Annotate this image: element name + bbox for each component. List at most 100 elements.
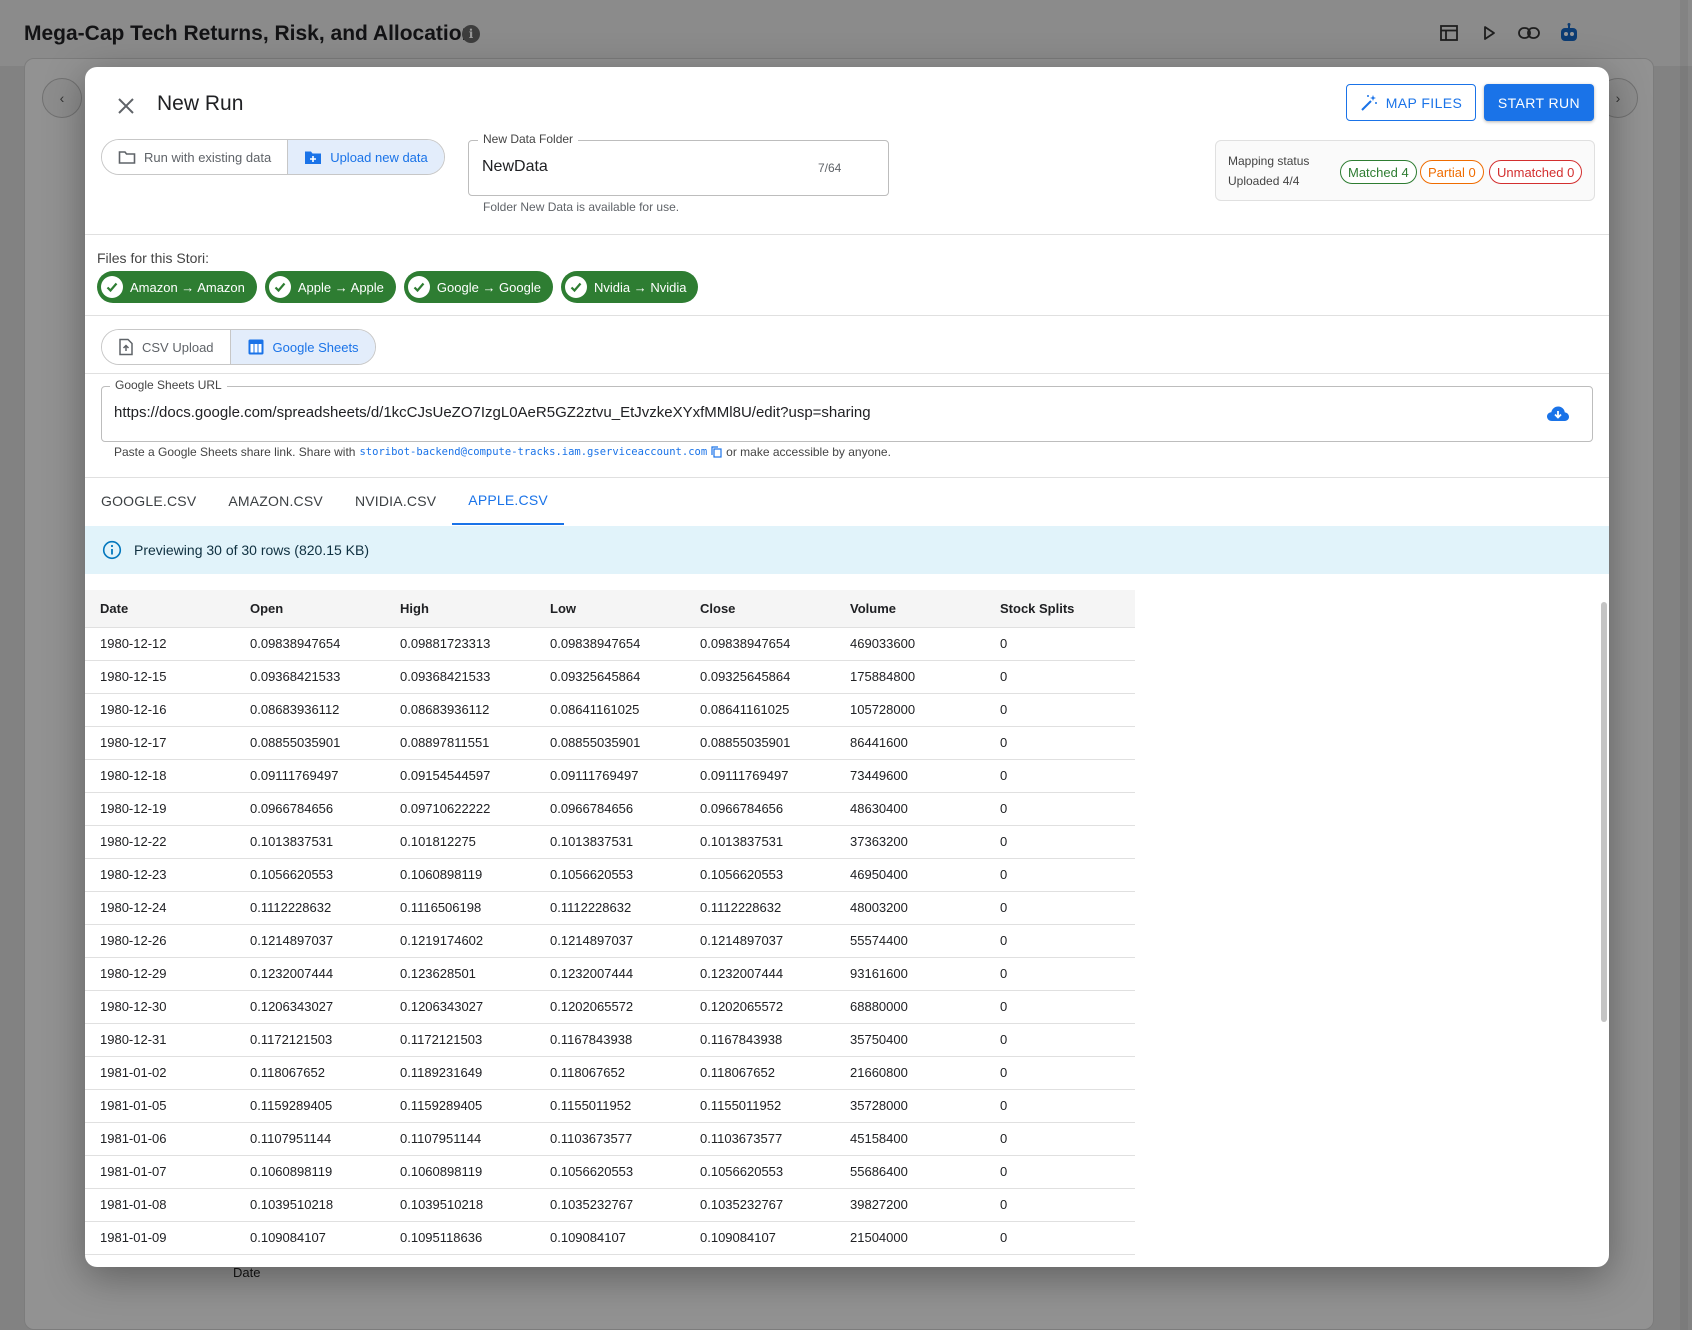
csv-upload-option[interactable]: CSV Upload (102, 330, 230, 364)
column-header[interactable]: High (385, 590, 535, 628)
cloud-download-icon[interactable] (1545, 401, 1571, 427)
table-cell: 0.1214897037 (235, 924, 385, 958)
file-upload-icon (119, 338, 133, 356)
table-cell: 37363200 (835, 825, 985, 859)
table-cell: 0 (985, 1221, 1135, 1255)
copy-icon[interactable] (711, 446, 722, 458)
table-cell: 0.1056620553 (535, 1155, 685, 1189)
sheets-icon (248, 339, 264, 355)
mapping-status-label: Mapping status (1228, 154, 1310, 168)
check-icon (268, 276, 291, 298)
table-cell: 175884800 (835, 660, 985, 694)
column-header[interactable]: Low (535, 590, 685, 628)
table-cell: 0.09881723313 (385, 627, 535, 661)
check-icon (101, 276, 123, 298)
table-cell: 21660800 (835, 1056, 985, 1090)
table-cell: 1980-12-24 (85, 891, 235, 925)
google-sheets-option[interactable]: Google Sheets (229, 330, 375, 364)
table-cell: 0.1189231649 (385, 1056, 535, 1090)
table-cell: 86441600 (835, 726, 985, 760)
table-cell: 0.109084107 (685, 1221, 835, 1255)
table-cell: 1980-12-31 (85, 1023, 235, 1057)
table-cell: 1980-12-22 (85, 825, 235, 859)
table-cell: 0.09325645864 (535, 660, 685, 694)
service-account-email[interactable]: storibot-backend@compute-tracks.iam.gser… (359, 446, 707, 458)
info-outline-icon (102, 540, 122, 560)
table-cell: 0.1206343027 (385, 990, 535, 1024)
table-cell: 1980-12-12 (85, 627, 235, 661)
map-files-button[interactable]: MAP FILES (1346, 84, 1476, 121)
table-cell: 1980-12-29 (85, 957, 235, 991)
table-cell: 1981-01-06 (85, 1122, 235, 1156)
column-header[interactable]: Stock Splits (985, 590, 1135, 628)
file-chip-amazon[interactable]: Amazon → Amazon (97, 271, 257, 303)
table-cell: 0.08897811551 (385, 726, 535, 760)
new-data-folder-value: NewData (482, 158, 548, 175)
table-cell: 39827200 (835, 1188, 985, 1222)
table-cell: 0.1056620553 (685, 1155, 835, 1189)
column-header[interactable]: Close (685, 590, 835, 628)
close-button[interactable] (109, 89, 143, 123)
table-cell: 0.1214897037 (685, 924, 835, 958)
tab-nvidia-csv[interactable]: NVIDIA.CSV (339, 477, 452, 525)
table-cell: 48003200 (835, 891, 985, 925)
tab-apple-csv[interactable]: APPLE.CSV (452, 477, 564, 525)
file-chip-apple[interactable]: Apple → Apple (264, 271, 396, 303)
column-header[interactable]: Volume (835, 590, 985, 628)
table-cell: 0 (985, 1023, 1135, 1057)
table-header-row: Date Open High Low Close Volume Stock Splits (85, 590, 1135, 628)
table-cell: 0.1056620553 (685, 858, 835, 892)
file-chip-google[interactable]: Google → Google (403, 271, 553, 303)
table-cell: 93161600 (835, 957, 985, 991)
table-cell: 0.1219174602 (385, 924, 535, 958)
table-row: 1980-12-24 0.1112228632 0.1116506198 0.1112… (85, 891, 1135, 925)
table-cell: 1981-01-02 (85, 1056, 235, 1090)
table-cell: 0.08855035901 (235, 726, 385, 760)
table-cell: 0 (985, 891, 1135, 925)
page-scrollbar[interactable] (1680, 0, 1688, 1330)
table-cell: 0.1112228632 (685, 891, 835, 925)
check-icon (407, 276, 430, 298)
table-cell: 0.1107951144 (235, 1122, 385, 1156)
start-run-button[interactable]: START RUN (1484, 84, 1594, 121)
table-cell: 68880000 (835, 990, 985, 1024)
file-chip-nvidia[interactable]: Nvidia → Nvidia (560, 271, 699, 303)
table-cell: 0.123628501 (385, 957, 535, 991)
tab-amazon-csv[interactable]: AMAZON.CSV (212, 477, 339, 525)
table-row: 1980-12-16 0.08683936112 0.08683936112 0.08… (85, 693, 1135, 727)
table-cell: 0.1039510218 (385, 1188, 535, 1222)
table-cell: 0 (985, 693, 1135, 727)
upload-new-data-option[interactable]: Upload new data (287, 140, 444, 174)
table-cell: 46950400 (835, 858, 985, 892)
map-files-label: MAP FILES (1385, 94, 1463, 111)
table-cell: 1981-01-07 (85, 1155, 235, 1189)
table-cell: 0.1202065572 (685, 990, 835, 1024)
table-cell: 0.1056620553 (235, 858, 385, 892)
table-cell: 1980-12-23 (85, 858, 235, 892)
table-cell: 0.1172121503 (385, 1023, 535, 1057)
table-cell: 105728000 (835, 693, 985, 727)
table-cell: 55686400 (835, 1155, 985, 1189)
run-with-existing-data-option[interactable]: Run with existing data (102, 140, 288, 174)
table-cell: 0.09154544597 (385, 759, 535, 793)
table-cell: 0 (985, 858, 1135, 892)
table-cell: 0.1060898119 (235, 1155, 385, 1189)
table-row: 1981-01-02 0.118067652 0.1189231649 0.11806… (85, 1056, 1135, 1090)
table-cell: 0.109084107 (235, 1221, 385, 1255)
column-header[interactable]: Date (85, 590, 235, 628)
table-cell: 0.08641161025 (535, 693, 685, 727)
table-row: 1980-12-17 0.08855035901 0.08897811551 0.08… (85, 726, 1135, 760)
table-cell: 0.1060898119 (385, 858, 535, 892)
table-scrollbar[interactable] (1601, 602, 1607, 1022)
table-cell: 0.09838947654 (685, 627, 835, 661)
table-row: 1981-01-08 0.1039510218 0.1039510218 0.1035… (85, 1188, 1135, 1222)
table-cell: 0.1095118636 (385, 1221, 535, 1255)
table-cell: 0.1159289405 (235, 1089, 385, 1123)
new-data-folder-label: New Data Folder (478, 132, 579, 146)
table-cell: 1980-12-19 (85, 792, 235, 826)
table-cell: 45158400 (835, 1122, 985, 1156)
table-cell: 0.09111769497 (535, 759, 685, 793)
table-cell: 0.09111769497 (685, 759, 835, 793)
tab-google-csv[interactable]: GOOGLE.CSV (85, 477, 212, 525)
column-header[interactable]: Open (235, 590, 385, 628)
